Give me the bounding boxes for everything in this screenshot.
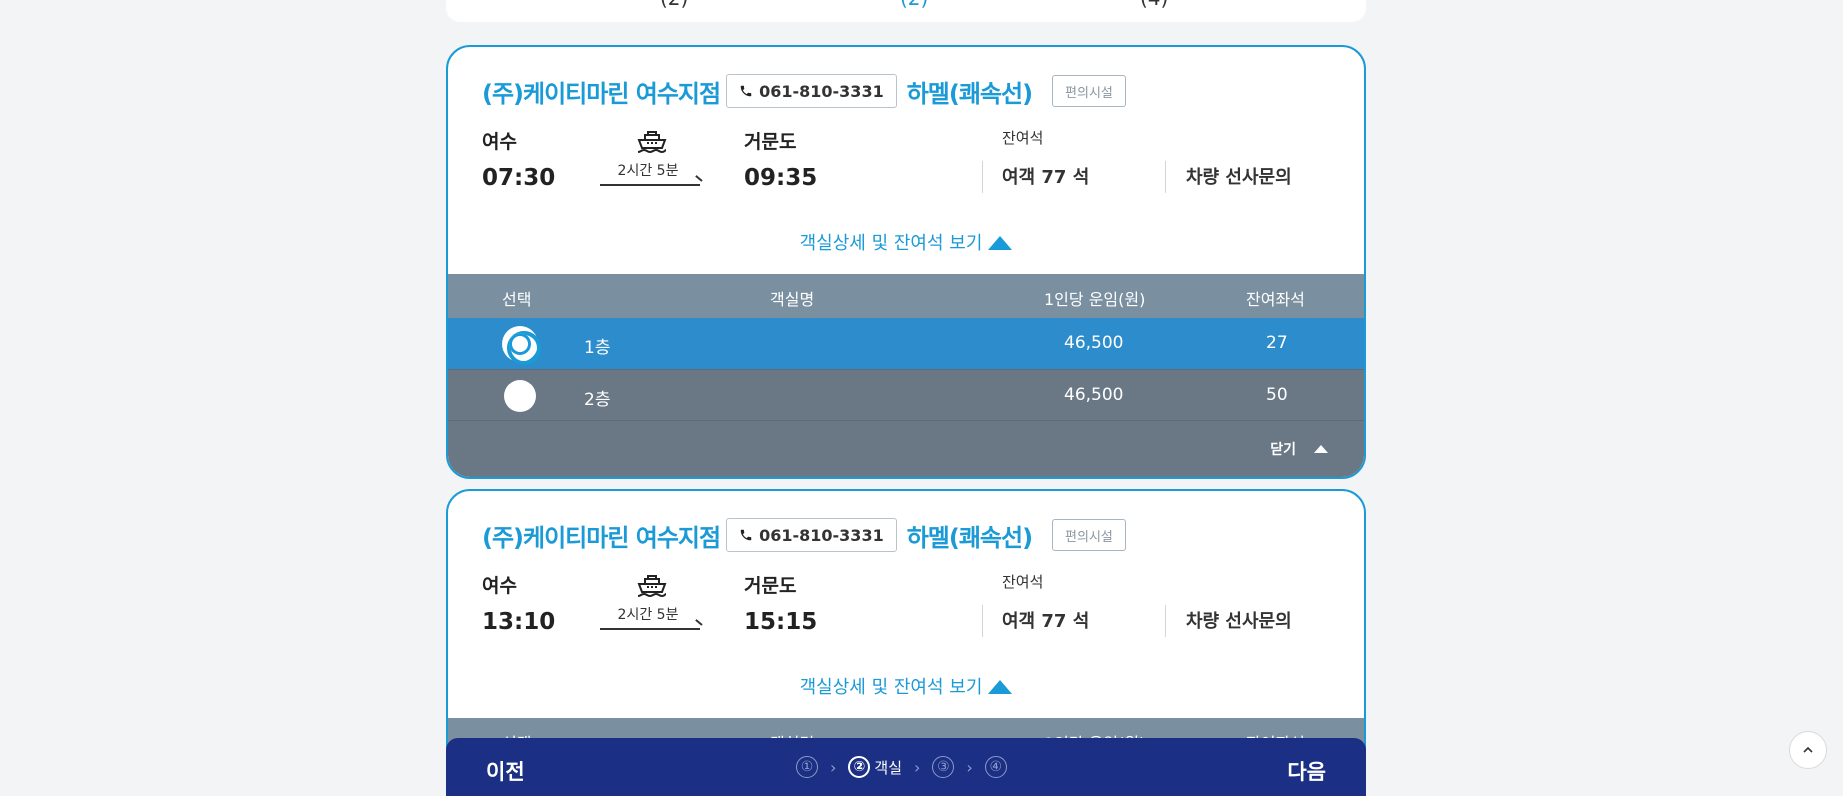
- room-row[interactable]: 2층 46,500 50: [448, 369, 1364, 420]
- ship-name: 하멜(쾌속선): [906, 523, 1033, 552]
- route-arrow: [600, 628, 700, 630]
- next-button[interactable]: 다음: [1287, 756, 1326, 786]
- triangle-up-icon: [988, 680, 1013, 694]
- room-name: 2층: [584, 390, 611, 410]
- step-3: ③: [932, 756, 955, 778]
- column-header-select: 선택: [502, 290, 532, 309]
- peek-text: (2): [660, 0, 688, 10]
- remaining-seats-label: 잔여석: [1002, 129, 1044, 147]
- phone-number: 061-810-3331: [759, 81, 884, 101]
- column-header-fare: 1인당 운임(원): [1044, 290, 1146, 309]
- arrival-time: 15:15: [744, 609, 818, 635]
- previous-card-peek: (2) (2) (4): [446, 0, 1366, 22]
- facility-button[interactable]: 편의시설: [1052, 75, 1126, 107]
- arrival-port: 거문도: [744, 575, 797, 597]
- room-detail-toggle[interactable]: 객실상세 및 잔여석 보기: [448, 673, 1364, 699]
- company-name: (주)케이티마린 여수지점: [482, 79, 721, 108]
- arrival-time: 09:35: [744, 165, 818, 191]
- departure-port: 여수: [482, 131, 517, 153]
- close-button[interactable]: 닫기: [1270, 439, 1328, 459]
- room-radio[interactable]: [504, 328, 541, 365]
- room-fare: 46,500: [1064, 385, 1124, 405]
- peek-text: (2): [900, 0, 928, 10]
- column-header-remaining: 잔여좌석: [1246, 290, 1305, 309]
- room-table-footer: 닫기: [448, 420, 1364, 477]
- room-remaining: 50: [1266, 385, 1288, 405]
- column-header-room: 객실명: [770, 290, 815, 309]
- chevron-right-icon: ›: [914, 757, 921, 777]
- room-detail-toggle-label: 객실상세 및 잔여석 보기: [799, 677, 983, 698]
- phone-icon: [740, 85, 752, 97]
- chevron-right-icon: ›: [966, 757, 973, 777]
- ship-name: 하멜(쾌속선): [906, 79, 1033, 108]
- room-name: 1층: [584, 338, 611, 358]
- triangle-up-icon: [1314, 445, 1328, 453]
- departure-port: 여수: [482, 575, 517, 597]
- triangle-up-icon: [988, 236, 1013, 250]
- chevron-up-icon: [1803, 746, 1813, 753]
- room-table-header: 선택 객실명 1인당 운임(원) 잔여좌석: [448, 274, 1364, 318]
- prev-button[interactable]: 이전: [486, 756, 525, 786]
- divider: [1165, 605, 1166, 637]
- departure-time: 07:30: [482, 165, 556, 191]
- travel-duration: 2시간 5분: [617, 163, 679, 179]
- scroll-top-button[interactable]: [1789, 731, 1827, 769]
- passenger-seats: 여객 77 석: [1002, 167, 1090, 188]
- step-2: ②: [848, 756, 871, 778]
- travel-duration: 2시간 5분: [617, 607, 679, 623]
- room-row[interactable]: 1층 46,500 27: [448, 318, 1364, 369]
- room-detail-toggle-label: 객실상세 및 잔여석 보기: [799, 233, 983, 254]
- room-fare: 46,500: [1064, 333, 1124, 353]
- divider: [982, 605, 983, 637]
- divider: [1165, 161, 1166, 193]
- card-header: (주)케이티마린 여수지점 061-810-3331 하멜(쾌속선) 편의시설: [482, 517, 1126, 553]
- ferry-icon: [637, 575, 667, 598]
- step-1: ①: [796, 756, 818, 778]
- remaining-seats-label: 잔여석: [1002, 573, 1044, 591]
- ferry-icon: [637, 131, 667, 154]
- room-radio[interactable]: [504, 380, 536, 412]
- vehicle-info: 차량 선사문의: [1186, 611, 1292, 632]
- ferry-schedule-card: (주)케이티마린 여수지점 061-810-3331 하멜(쾌속선) 편의시설 …: [446, 45, 1366, 479]
- step-4: ④: [984, 756, 1007, 778]
- card-header: (주)케이티마린 여수지점 061-810-3331 하멜(쾌속선) 편의시설: [482, 73, 1126, 109]
- facility-button[interactable]: 편의시설: [1052, 519, 1126, 551]
- chevron-right-icon: ›: [830, 757, 837, 777]
- divider: [982, 161, 983, 193]
- departure-time: 13:10: [482, 609, 556, 635]
- peek-text: (4): [1140, 0, 1168, 10]
- close-label: 닫기: [1270, 442, 1296, 458]
- phone-number: 061-810-3331: [759, 525, 884, 545]
- phone-button[interactable]: 061-810-3331: [726, 74, 897, 108]
- phone-button[interactable]: 061-810-3331: [726, 518, 897, 552]
- passenger-seats: 여객 77 석: [1002, 611, 1090, 632]
- vehicle-info: 차량 선사문의: [1186, 167, 1292, 188]
- room-detail-toggle[interactable]: 객실상세 및 잔여석 보기: [448, 229, 1364, 255]
- step-indicator: ① › ② 객실 › ③ › ④: [796, 756, 1007, 778]
- booking-step-bar: 이전 ① › ② 객실 › ③ › ④ 다음: [446, 738, 1366, 796]
- phone-icon: [740, 529, 752, 541]
- arrival-port: 거문도: [744, 131, 797, 153]
- room-remaining: 27: [1266, 333, 1288, 353]
- route-arrow: [600, 184, 700, 186]
- company-name: (주)케이티마린 여수지점: [482, 523, 721, 552]
- active-step-label: 객실: [874, 758, 903, 777]
